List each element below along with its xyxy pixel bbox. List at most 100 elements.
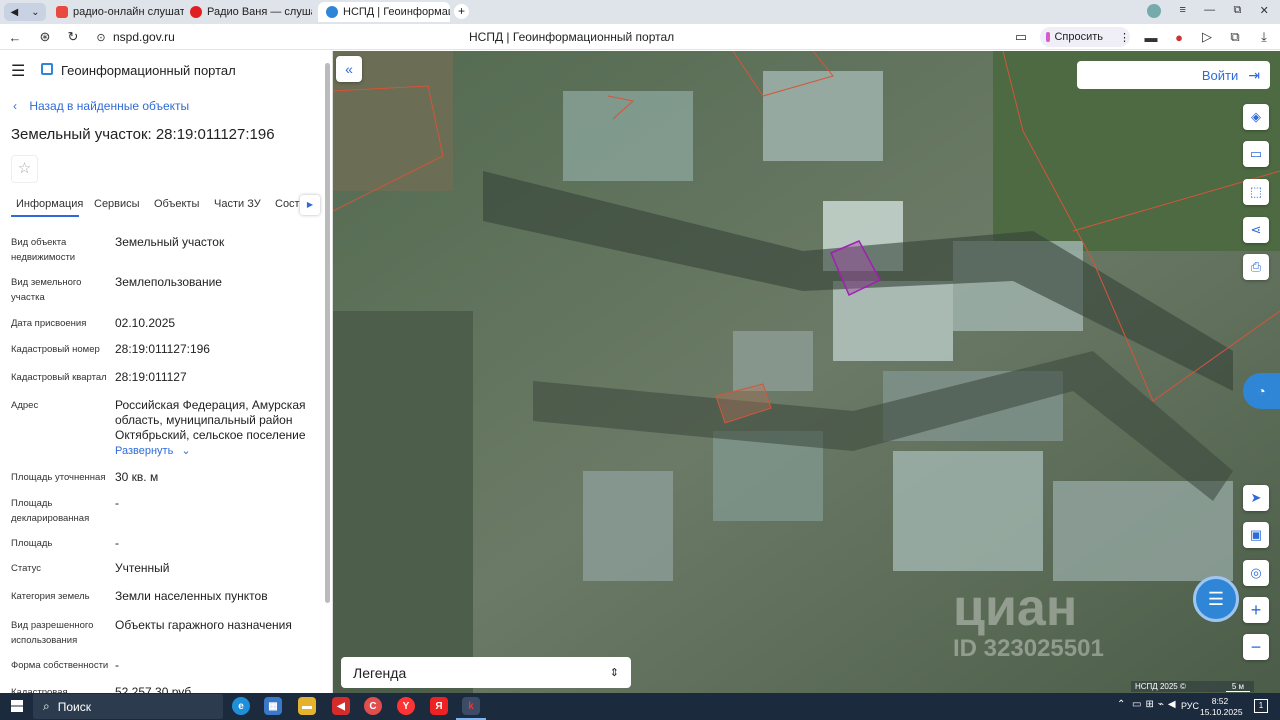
object-info-panel: ☰ Геоинформационный портал ‹ Назад в най… xyxy=(0,51,333,693)
field-value: 28:19:011127 xyxy=(115,370,187,384)
chevron-down-icon: ⌄ xyxy=(181,445,191,457)
field-value: - xyxy=(115,496,119,510)
browser-tab-3[interactable]: НСПД | Геоинформаци ✕ xyxy=(318,2,450,22)
more-icon: ⋮ xyxy=(1119,31,1130,44)
panel-scrollbar[interactable] xyxy=(325,63,330,603)
field-value: 52 257,30 руб. xyxy=(115,685,195,693)
yandex-browser-icon[interactable]: Y xyxy=(397,697,415,715)
field-value: Землепользование xyxy=(115,275,222,289)
plus-icon: + xyxy=(1250,599,1262,620)
message-icon: ☰ xyxy=(1207,588,1225,609)
layers-button[interactable]: ◈ xyxy=(1243,104,1269,130)
clock[interactable]: 8:52 15.10.2025 xyxy=(1200,696,1243,718)
profile-icon[interactable] xyxy=(1147,4,1162,18)
field-label: Вид разрешенного использования xyxy=(11,620,94,646)
windows-taskbar: ⌕ Поиск e ▦ ▬ ◀ C Y Я k ⌃ ▭⊞⌁◀ РУС 8:52 … xyxy=(0,693,1280,720)
windows-start-icon[interactable] xyxy=(11,700,23,712)
field-value: 28:19:011127:196 xyxy=(115,342,210,356)
new-tab-button[interactable]: + xyxy=(454,4,469,19)
minimap-button[interactable]: ▣ xyxy=(1243,522,1269,548)
store-icon[interactable]: ▦ xyxy=(264,697,282,715)
window-controls: ≡ — ⧉ ✕ xyxy=(1138,4,1278,20)
feedback-chat-button[interactable]: ◔ xyxy=(1243,373,1280,409)
field-label: Вид земельного участка xyxy=(11,277,82,303)
zoom-in-button[interactable]: + xyxy=(1243,597,1269,623)
app-icon[interactable]: ◀ xyxy=(332,697,350,715)
language-indicator[interactable]: РУС xyxy=(1181,701,1199,711)
search-location-icon: ◎ xyxy=(1250,565,1262,580)
locate-button[interactable]: ➤ xyxy=(1243,485,1269,511)
field-label: Кадастровая xyxy=(11,687,68,693)
legend-dropdown[interactable]: Легенда ⇕ xyxy=(341,657,631,688)
collapse-panel-button[interactable]: « xyxy=(336,56,362,82)
field-label: Площадь декларированная xyxy=(11,498,90,524)
cian-watermark: циан ID 323025501 xyxy=(953,579,1104,662)
field-value: Российская Федерация, Амурская область, … xyxy=(115,398,306,442)
chat-bubble-icon: ◔ xyxy=(1257,383,1266,399)
browser-tab-bar: ◀ ⌄ радио-онлайн слушать с Радио Ваня — … xyxy=(0,0,1280,24)
expand-link[interactable]: Развернуть ⌄ xyxy=(115,444,191,457)
print-icon: ⎙ xyxy=(1250,259,1262,274)
extension-icon[interactable]: ● xyxy=(1170,28,1188,46)
media-icon[interactable]: ▷ xyxy=(1198,28,1216,46)
ruler-button[interactable]: ▭ xyxy=(1243,141,1269,167)
field-label: Статус xyxy=(11,563,42,574)
notifications-icon[interactable]: 1 xyxy=(1254,699,1268,713)
active-app-icon[interactable]: k xyxy=(462,697,480,715)
browser-menu-icon[interactable]: ◀ ⌄ xyxy=(4,3,46,21)
yandex-shield-icon[interactable]: ⊛ xyxy=(36,28,54,46)
field-value: Объекты гаражного назначения xyxy=(115,618,292,632)
satellite-image xyxy=(333,51,1280,693)
share-button[interactable]: ⋖ xyxy=(1243,217,1269,243)
browser-tab-2[interactable]: Радио Ваня — слуша ✕ xyxy=(190,2,312,22)
url-field[interactable]: nspd.gov.ru xyxy=(113,30,175,44)
navigation-arrow-icon: ➤ xyxy=(1250,490,1262,505)
field-value: - xyxy=(115,536,119,550)
browser-tab-1[interactable]: радио-онлайн слушать с xyxy=(56,2,184,22)
collections-icon[interactable]: ⧉ xyxy=(1226,28,1244,46)
field-value: Земельный участок xyxy=(115,235,225,249)
ask-button[interactable]: Спросить ⋮ xyxy=(1040,27,1130,47)
lock-icon: ⊙ xyxy=(96,31,106,44)
select-area-button[interactable]: ⬚ xyxy=(1243,179,1269,205)
reload-icon[interactable]: ↻ xyxy=(64,28,82,46)
ask-icon xyxy=(1046,32,1051,42)
tray-icons: ▭⊞⌁◀ xyxy=(1132,699,1180,710)
file-explorer-icon[interactable]: ▬ xyxy=(298,697,316,715)
extension-icon[interactable]: ▬ xyxy=(1142,28,1160,46)
restore-icon[interactable]: ⧉ xyxy=(1233,4,1241,20)
minimap-icon: ▣ xyxy=(1249,527,1263,542)
ruler-icon: ▭ xyxy=(1249,146,1263,161)
field-value: 02.10.2025 xyxy=(115,316,176,330)
chevron-down-icon: ⌄ xyxy=(31,6,40,18)
field-value: Земли населенных пунктов xyxy=(115,589,268,603)
close-icon[interactable]: ✕ xyxy=(1260,4,1269,20)
page-title: НСПД | Геоинформационный портал xyxy=(469,30,675,44)
tab-favicon-icon xyxy=(190,6,202,18)
scale-bar: 5 м xyxy=(1225,682,1251,692)
menu-icon[interactable]: ≡ xyxy=(1179,4,1185,20)
login-button[interactable]: Войти ⇥ xyxy=(1077,61,1270,89)
field-value: - xyxy=(115,658,119,672)
speaker-icon: ◀ xyxy=(10,6,19,18)
app-icon[interactable]: C xyxy=(364,697,382,715)
download-icon[interactable]: ⤓ xyxy=(1255,28,1273,46)
yandex-icon[interactable]: Я xyxy=(430,697,448,715)
tray-chevron-icon[interactable]: ⌃ xyxy=(1117,699,1125,710)
support-chat-button[interactable]: ☰ xyxy=(1193,576,1239,622)
field-label: Кадастровый номер xyxy=(11,344,100,355)
back-arrow-icon[interactable]: ← xyxy=(6,28,24,46)
search-location-button[interactable]: ◎ xyxy=(1243,560,1269,586)
map-view[interactable]: « Войти ⇥ ◈ ▭ ⬚ ⋖ ⎙ ◔ ➤ ▣ ◎ ☰ + − циан I… xyxy=(333,51,1280,693)
taskbar-search[interactable]: ⌕ Поиск xyxy=(33,694,223,719)
field-label: Категория земель xyxy=(11,591,90,602)
minimize-icon[interactable]: — xyxy=(1204,4,1215,20)
layers-icon: ◈ xyxy=(1251,109,1261,124)
field-label: Площадь xyxy=(11,538,53,549)
field-value: Учтенный xyxy=(115,561,170,575)
edge-icon[interactable]: e xyxy=(232,697,250,715)
map-attribution: НСПД 2025 © 5 м xyxy=(1131,681,1255,692)
zoom-out-button[interactable]: − xyxy=(1243,634,1269,660)
print-button[interactable]: ⎙ xyxy=(1243,254,1269,280)
bookmark-icon[interactable]: ▭ xyxy=(1012,28,1030,46)
